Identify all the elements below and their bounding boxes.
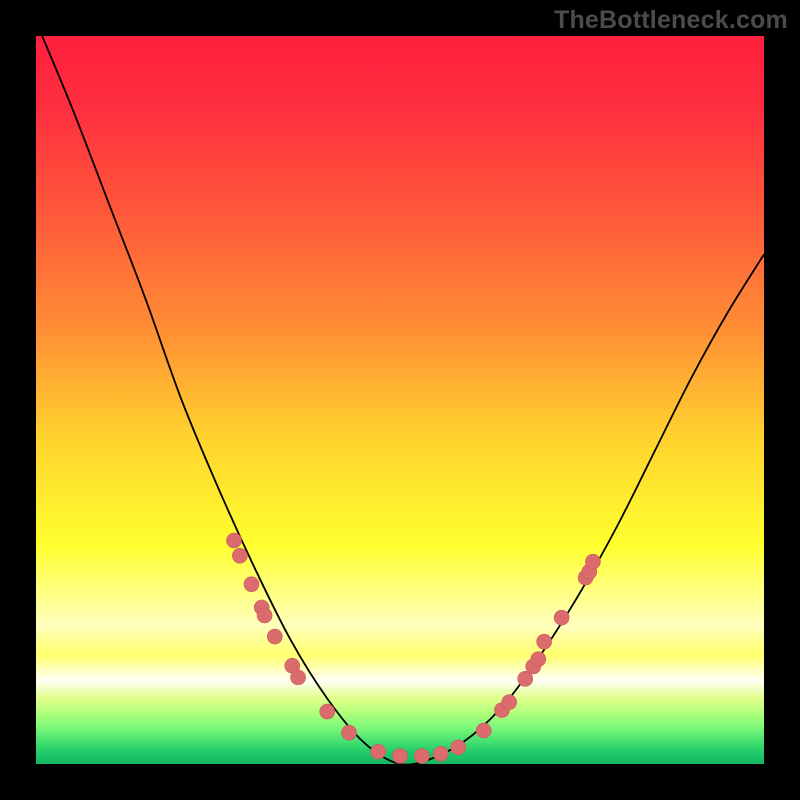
data-marker bbox=[537, 634, 552, 649]
plot-area bbox=[36, 36, 764, 764]
data-marker bbox=[320, 704, 335, 719]
data-marker bbox=[232, 548, 247, 563]
data-marker bbox=[291, 670, 306, 685]
watermark-text: TheBottleneck.com bbox=[554, 6, 788, 35]
data-marker bbox=[554, 610, 569, 625]
data-marker bbox=[393, 748, 408, 763]
data-marker bbox=[502, 695, 517, 710]
data-marker bbox=[267, 629, 282, 644]
bottleneck-curve-path bbox=[36, 21, 764, 764]
data-marker bbox=[342, 725, 357, 740]
data-marker bbox=[585, 554, 600, 569]
data-marker bbox=[244, 577, 259, 592]
marker-group bbox=[227, 533, 601, 763]
data-marker bbox=[227, 533, 242, 548]
data-marker bbox=[531, 652, 546, 667]
chart-frame: TheBottleneck.com bbox=[0, 0, 800, 800]
data-marker bbox=[476, 723, 491, 738]
data-marker bbox=[414, 748, 429, 763]
data-marker bbox=[257, 608, 272, 623]
curve-svg bbox=[36, 36, 764, 764]
data-marker bbox=[371, 744, 386, 759]
data-marker bbox=[451, 740, 466, 755]
data-marker bbox=[433, 746, 448, 761]
